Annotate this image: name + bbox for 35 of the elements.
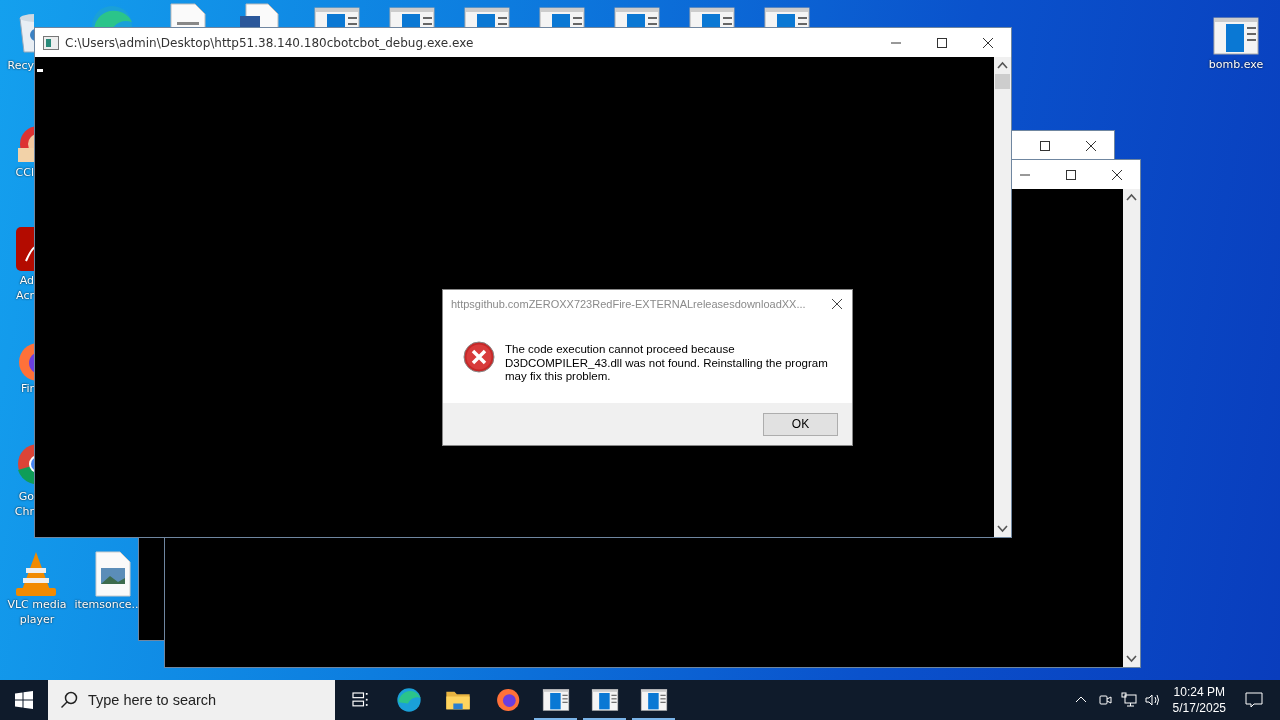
window-app-icon [541, 686, 570, 714]
icon-label[interactable]: Go [18, 489, 34, 504]
icon-label[interactable]: itemsonce.. [74, 597, 139, 612]
icon-label[interactable]: bomb.exe [1208, 57, 1264, 72]
search-icon [60, 691, 78, 709]
maximize-icon [936, 36, 948, 49]
window-title: C:\Users\admin\Desktop\http51.38.140.180cbotcbot_debug.exe.exe [65, 35, 475, 50]
edge-icon [394, 686, 423, 714]
window-app-icon [590, 686, 619, 714]
icon-label[interactable]: Acr [16, 288, 34, 303]
scrollbar[interactable] [994, 57, 1011, 537]
icon-label[interactable]: VLC media [7, 597, 67, 612]
maximize-icon [1065, 168, 1077, 181]
icon-label[interactable]: player [19, 612, 55, 627]
icon-label[interactable]: Fir [20, 381, 34, 396]
error-icon [463, 341, 495, 373]
windows-logo-icon [15, 691, 33, 709]
dialog-title: httpsgithub.comZEROXX723RedFire-EXTERNALreleasesdownloadXX... [451, 298, 807, 310]
icon-label[interactable]: Chr [14, 504, 34, 519]
close-icon [831, 298, 843, 310]
ok-button[interactable]: OK [763, 412, 838, 436]
window-app-icon [639, 686, 668, 714]
scrollbar-thumb[interactable] [995, 74, 1010, 89]
close-icon [1111, 168, 1123, 181]
close-icon [982, 36, 994, 49]
console-app-icon [43, 35, 59, 50]
icon-label[interactable]: Ad [19, 273, 34, 288]
error-message: The code execution cannot proceed because D3DCOMPILER_43.dll was not found. Reinstalling the program may fix this problem. [505, 343, 829, 384]
maximize-icon [1039, 139, 1051, 152]
clock[interactable]: 10:24 PM 5/17/2025 [1164, 680, 1234, 720]
search-field[interactable]: Type here to search [48, 680, 335, 720]
icon-label[interactable]: Recy [7, 58, 34, 73]
scrollbar[interactable] [1123, 189, 1140, 667]
icon-label[interactable]: CCl [15, 165, 34, 180]
close-icon [1085, 139, 1097, 152]
